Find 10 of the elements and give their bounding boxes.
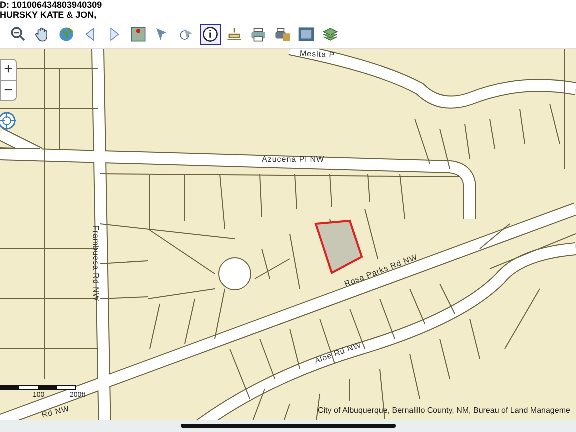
road-label: Mesita P: [300, 49, 336, 60]
road-label: Rd NW: [40, 404, 71, 420]
road-label: Aloe Rd NW: [313, 340, 363, 366]
road-label: Frambuesa Rd NW: [92, 226, 100, 302]
road-label: Azucena Pl NW: [262, 155, 325, 164]
parcel-info-text: D: 101006434803940309: [0, 0, 104, 10]
road-label: Rosa Parks Rd NW: [343, 252, 419, 289]
parcel-info-text: HURSKY KATE & JON,: [0, 10, 98, 20]
zoom-out-button[interactable]: −: [1, 80, 16, 100]
zoom-in-button[interactable]: +: [1, 60, 16, 80]
